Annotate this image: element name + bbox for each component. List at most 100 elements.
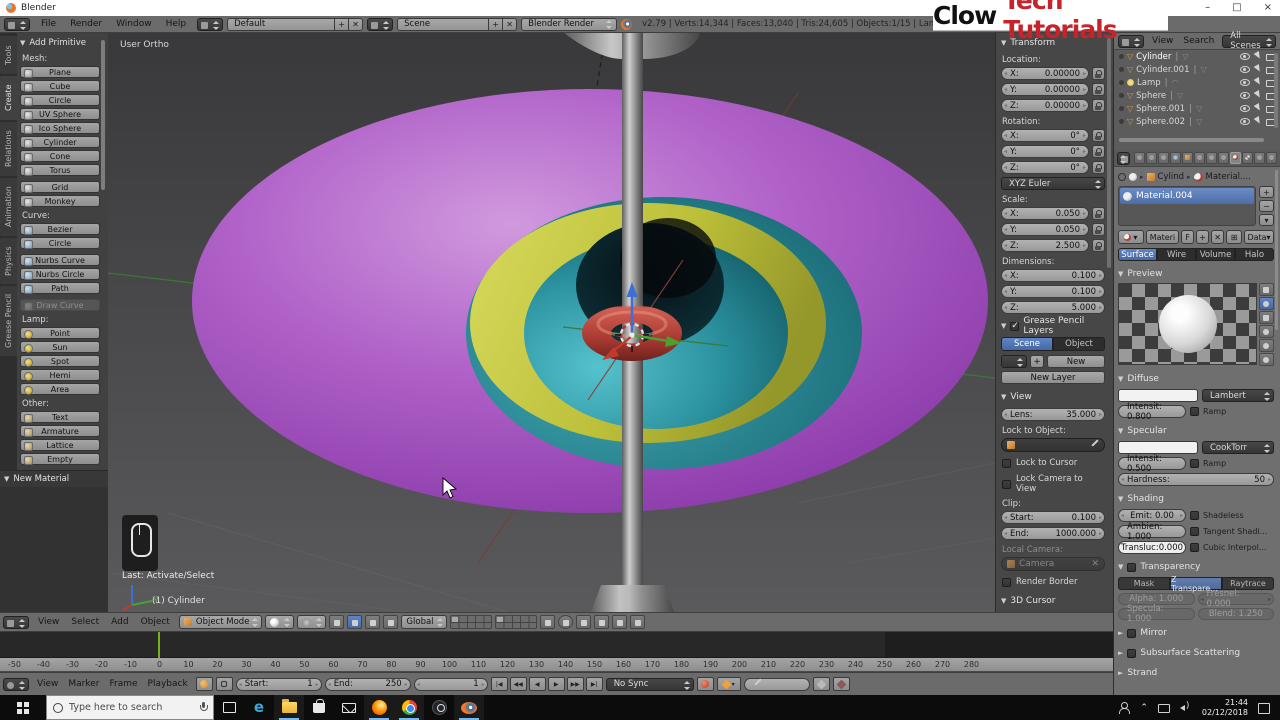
auto-keyframe-icon[interactable] — [196, 677, 213, 691]
timeline-track-area[interactable] — [0, 632, 1113, 658]
network-icon[interactable] — [1158, 702, 1170, 714]
add-primitive-panel-header[interactable]: Add Primitive — [20, 36, 100, 50]
add-curve-button[interactable]: Nurbs Circle — [20, 268, 100, 280]
sss-checkbox[interactable] — [1127, 649, 1136, 658]
3d-viewport[interactable]: User Ortho Last: Activate/Select Y (1) C… — [108, 33, 995, 612]
edge-app-button[interactable]: e — [244, 695, 274, 720]
tab-animation[interactable]: Animation — [0, 178, 17, 236]
snap-element-icon[interactable] — [594, 615, 609, 629]
viewport-shading-select[interactable] — [265, 615, 294, 629]
add-scene-icon[interactable]: + — [489, 18, 503, 31]
editor-type-button[interactable] — [1117, 152, 1130, 165]
outliner-item-cylinder-001[interactable]: ▽ Cylinder.001 |▽ — [1114, 63, 1280, 76]
view-panel-header[interactable]: View — [1001, 390, 1105, 404]
3d-viewport-scene[interactable] — [108, 33, 995, 612]
diffuse-ramp-checkbox[interactable] — [1190, 407, 1199, 416]
texture-icon[interactable] — [1242, 152, 1253, 164]
fake-user-button[interactable]: F — [1181, 230, 1194, 244]
layers-widget-a[interactable] — [450, 615, 492, 629]
eyedropper-icon[interactable] — [1090, 441, 1099, 450]
add-other-button[interactable]: Armature — [20, 425, 100, 437]
material-name-field[interactable]: Materi — [1146, 230, 1179, 244]
outliner-item-sphere-001[interactable]: ▽ Sphere.001 |▽ — [1114, 102, 1280, 115]
slot-specials-icon[interactable]: ▾ — [1259, 214, 1274, 226]
preview-cube-icon[interactable] — [1259, 311, 1274, 324]
specular-shader-select[interactable]: CookTorr — [1202, 441, 1274, 454]
insert-keyframe-icon[interactable] — [813, 677, 830, 691]
editor-type-button[interactable] — [4, 18, 30, 31]
add-mesh-button[interactable]: Monkey — [20, 195, 100, 207]
selectability-icon[interactable] — [1253, 77, 1264, 88]
outliner-vscrollbar[interactable] — [1274, 53, 1278, 128]
world-icon[interactable] — [1170, 152, 1181, 164]
store-app-button[interactable] — [304, 695, 334, 720]
add-mesh-button[interactable]: Ico Sphere — [20, 122, 100, 134]
menu-item[interactable]: View — [32, 679, 63, 689]
lens-field[interactable]: Lens:35.000 — [1001, 408, 1105, 421]
dimension-y-field[interactable]: Y:0.100 — [1001, 285, 1105, 298]
file-explorer-button[interactable] — [274, 695, 304, 720]
diffuse-intensity-slider[interactable]: Intensit: 0.800 — [1118, 405, 1186, 418]
layers-widget-b[interactable] — [495, 615, 537, 629]
tab-physics[interactable]: Physics — [0, 238, 17, 284]
gp-pencil-icon[interactable] — [1001, 355, 1027, 368]
selectability-icon[interactable] — [1253, 64, 1264, 75]
particles-icon[interactable] — [1254, 152, 1265, 164]
lock-icon[interactable] — [1092, 83, 1105, 96]
transparency-panel-header[interactable]: Transparency — [1118, 560, 1274, 574]
lock-to-cursor-checkbox[interactable] — [1002, 459, 1011, 468]
node-icon[interactable] — [1129, 173, 1137, 181]
mail-app-button[interactable] — [334, 695, 364, 720]
tab-create[interactable]: Create — [0, 76, 17, 120]
lock-icon[interactable] — [1092, 129, 1105, 142]
minimize-button[interactable]: – — [1205, 2, 1210, 13]
expand-dot-icon[interactable] — [1119, 93, 1124, 98]
add-mesh-button[interactable]: Cylinder — [20, 136, 100, 148]
delete-scene-icon[interactable]: ✕ — [503, 18, 517, 31]
transport-button[interactable]: ▶ — [548, 677, 565, 691]
scale-y-field[interactable]: Y:0.050 — [1001, 223, 1089, 236]
toolshelf-scrollbar[interactable] — [101, 40, 105, 190]
scene-name[interactable]: Scene — [397, 18, 489, 31]
ambient-slider[interactable]: Ambien: 1.000 — [1118, 525, 1186, 538]
data-pin-select[interactable]: Data▾ — [1244, 230, 1274, 244]
type-volume-button[interactable]: Volume — [1196, 248, 1235, 261]
properties-scrollbar[interactable] — [1275, 170, 1278, 330]
snap-magnet-icon[interactable] — [576, 615, 591, 629]
lock-to-scene-icon[interactable] — [540, 615, 555, 629]
editor-type-button[interactable] — [3, 616, 29, 629]
selectability-icon[interactable] — [1253, 103, 1264, 114]
operator-redo-panel[interactable]: New Material — [0, 470, 108, 487]
volume-icon[interactable] — [1180, 702, 1192, 714]
tab-tools[interactable]: Tools — [0, 36, 17, 74]
visibility-eye-icon[interactable] — [1240, 90, 1251, 101]
lock-object-field[interactable] — [1001, 438, 1105, 452]
timeline-playhead[interactable] — [158, 632, 160, 658]
expand-dot-icon[interactable] — [1119, 80, 1124, 85]
display-mode-select[interactable]: All Scenes — [1222, 35, 1276, 48]
outliner-item-sphere[interactable]: ▽ Sphere |▽ — [1114, 89, 1280, 102]
specular-ramp-checkbox[interactable] — [1190, 459, 1199, 468]
material-slot-selected[interactable]: Material.004 — [1120, 188, 1254, 204]
type-halo-button[interactable]: Halo — [1235, 248, 1274, 261]
current-frame-field[interactable]: 1 — [414, 678, 488, 691]
sync-mode-select[interactable]: No Sync — [606, 678, 694, 691]
transport-button[interactable]: |◀ — [491, 677, 508, 691]
transport-button[interactable]: ◀ — [529, 677, 546, 691]
firefox-app-button[interactable] — [364, 695, 394, 720]
add-lamp-button[interactable]: Sun — [20, 341, 100, 353]
diffuse-color-swatch[interactable] — [1118, 389, 1198, 402]
visibility-eye-icon[interactable] — [1240, 77, 1251, 88]
preview-sphere-icon[interactable] — [1259, 297, 1274, 310]
object-icon[interactable] — [1182, 152, 1193, 164]
scale-x-field[interactable]: X:0.050 — [1001, 207, 1089, 220]
lock-icon[interactable] — [1092, 239, 1105, 252]
record-icon[interactable] — [697, 677, 714, 691]
type-wire-button[interactable]: Wire — [1157, 248, 1196, 261]
chrome-app-button[interactable] — [394, 695, 424, 720]
browse-material-icon[interactable]: ▾ — [1118, 230, 1144, 244]
grease-pencil-checkbox[interactable] — [1010, 322, 1019, 331]
translucency-slider[interactable]: Transluc:0.000 — [1118, 541, 1186, 554]
nodes-icon[interactable]: ⊞ — [1226, 230, 1242, 244]
specular-intensity-slider[interactable]: Intensit: 0.500 — [1118, 457, 1186, 470]
